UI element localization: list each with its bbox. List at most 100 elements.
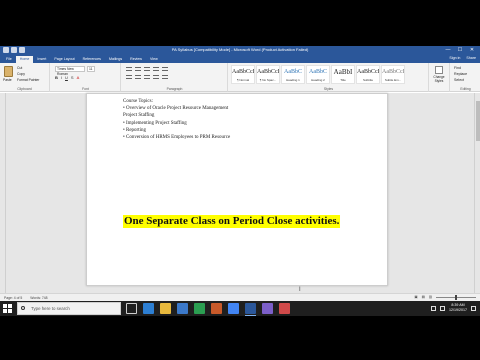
strikethrough-icon[interactable]: S (71, 75, 74, 80)
document-area: Course Topics: • Overview of Oracle Proj… (0, 93, 480, 293)
style-subtitle[interactable]: AaBbCcI Subtitle (356, 65, 380, 84)
windows-logo-icon (8, 309, 12, 313)
change-styles-group: Change Styles (430, 63, 450, 92)
word-icon[interactable] (245, 303, 256, 316)
excel-icon[interactable] (194, 303, 205, 314)
style-heading-2[interactable]: AaBbC Heading 2 (306, 65, 330, 84)
multilevel-list-icon[interactable] (144, 67, 150, 71)
style-title[interactable]: AaBbI Title (331, 65, 355, 84)
tab-page-layout[interactable]: Page Layout (50, 56, 78, 63)
clock-date: 12/19/2017 (449, 308, 467, 312)
vertical-ruler (0, 93, 6, 293)
clipboard-group: Paste Cut Copy Format Painter Clipboard (0, 63, 50, 92)
line-spacing-icon[interactable] (162, 75, 168, 79)
replace-button[interactable]: Replace (454, 72, 467, 76)
bullets-icon[interactable] (126, 67, 132, 71)
app-icon[interactable] (262, 303, 273, 314)
style-name: ¶ No Spac... (259, 78, 277, 82)
style-name: Subtle Em... (384, 78, 402, 82)
volume-icon[interactable] (440, 305, 445, 311)
page-count[interactable]: Page: 4 of 5 (4, 296, 22, 300)
search-icon (21, 306, 25, 310)
select-button[interactable]: Select (454, 78, 464, 82)
ribbon-tabs: File Home Insert Page Layout References … (0, 55, 480, 63)
taskbar-search-input[interactable]: Type here to search (17, 302, 121, 315)
task-view-icon[interactable] (126, 303, 137, 314)
align-left-icon[interactable] (126, 75, 132, 79)
print-layout-icon[interactable]: ▣ (414, 295, 417, 299)
justify-icon[interactable] (153, 75, 159, 79)
paste-button[interactable]: Paste (3, 78, 12, 82)
notifications-icon[interactable] (471, 305, 476, 311)
style-no-spacing[interactable]: AaBbCcI ¶ No Spac... (256, 65, 280, 84)
taskbar: Type here to search 8:39 AM 12/19/2017 (0, 301, 480, 316)
start-button[interactable] (3, 304, 12, 313)
change-styles-button[interactable]: Change Styles (430, 66, 448, 83)
highlighted-text: One Separate Class on Period Close activ… (123, 215, 341, 228)
bold-icon[interactable]: B (55, 75, 58, 80)
scroll-thumb[interactable] (476, 101, 480, 141)
font-format-row: B I U S A (55, 75, 79, 80)
status-bar: Page: 4 of 5 Words: 748 ▣ ▤ ▥ (0, 293, 480, 301)
zoom-slider[interactable] (436, 294, 476, 300)
text-line: • Implementing Project Staffing (123, 120, 187, 126)
group-label-clipboard: Clipboard (17, 87, 32, 91)
align-center-icon[interactable] (135, 75, 141, 79)
minimize-button[interactable]: — (442, 46, 454, 55)
numbering-icon[interactable] (135, 67, 141, 71)
ribbon: Paste Cut Copy Format Painter Clipboard … (0, 63, 480, 92)
edge-icon[interactable] (143, 303, 154, 314)
read-mode-icon[interactable]: ▤ (422, 295, 425, 299)
chrome-icon[interactable] (228, 303, 239, 314)
underline-icon[interactable]: U (65, 75, 68, 80)
store-icon[interactable] (177, 303, 188, 314)
status-left: Page: 4 of 5 Words: 748 (4, 296, 48, 300)
find-button[interactable]: Find (454, 66, 461, 70)
change-styles-icon (435, 66, 443, 74)
style-normal[interactable]: AaBbCcI ¶ Normal (231, 65, 255, 84)
word-count[interactable]: Words: 748 (30, 296, 47, 300)
group-label-paragraph: Paragraph (166, 87, 183, 91)
tab-insert[interactable]: Insert (33, 56, 50, 63)
decrease-indent-icon[interactable] (153, 67, 159, 71)
list-row (126, 67, 168, 71)
powerpoint-icon[interactable] (211, 303, 222, 314)
document-page[interactable]: Course Topics: • Overview of Oracle Proj… (86, 93, 388, 286)
app-icon[interactable] (279, 303, 290, 314)
styles-gallery: AaBbCcI ¶ Normal AaBbCcI ¶ No Spac... Aa… (231, 65, 405, 84)
font-name-dropdown[interactable]: Times New Roman (55, 66, 85, 76)
tab-review[interactable]: Review (126, 56, 146, 63)
font-size-dropdown[interactable]: 11 (87, 66, 95, 72)
tab-home[interactable]: Home (15, 56, 34, 63)
file-explorer-icon[interactable] (160, 303, 171, 314)
tab-references[interactable]: References (79, 56, 105, 63)
group-label-styles: Styles (323, 87, 334, 91)
style-sample: AaBbCcI (232, 69, 254, 75)
maximize-button[interactable]: ☐ (454, 46, 466, 55)
copy-button[interactable]: Copy (17, 72, 25, 76)
paste-icon[interactable] (4, 66, 13, 77)
format-painter-button[interactable]: Format Painter (17, 78, 39, 82)
group-label-editing: Editing (460, 87, 471, 91)
style-heading-1[interactable]: AaBbC Heading 1 (281, 65, 305, 84)
share-button[interactable]: Share (466, 56, 476, 60)
system-tray: 8:39 AM 12/19/2017 (431, 303, 476, 313)
tab-mailings[interactable]: Mailings (105, 56, 126, 63)
tab-file[interactable]: File (2, 56, 16, 63)
italic-icon[interactable]: I (61, 75, 62, 80)
close-button[interactable]: ✕ (466, 46, 478, 55)
cut-button[interactable]: Cut (17, 66, 22, 70)
web-layout-icon[interactable]: ▥ (429, 295, 432, 299)
style-sample: AaBbC (309, 69, 327, 75)
increase-indent-icon[interactable] (162, 67, 168, 71)
font-color-icon[interactable]: A (77, 75, 80, 80)
tab-view[interactable]: View (146, 56, 162, 63)
sign-in-link[interactable]: Sign in (449, 56, 460, 60)
font-group: Times New Roman 11 B I U S A Font (51, 63, 121, 92)
editing-group: Find Replace Select Editing (451, 63, 480, 92)
align-right-icon[interactable] (144, 75, 150, 79)
vertical-scrollbar[interactable] (474, 93, 480, 293)
clock[interactable]: 8:39 AM 12/19/2017 (449, 303, 467, 313)
style-subtle-emphasis[interactable]: AaBbCcI Subtle Em... (381, 65, 405, 84)
network-icon[interactable] (431, 305, 436, 311)
